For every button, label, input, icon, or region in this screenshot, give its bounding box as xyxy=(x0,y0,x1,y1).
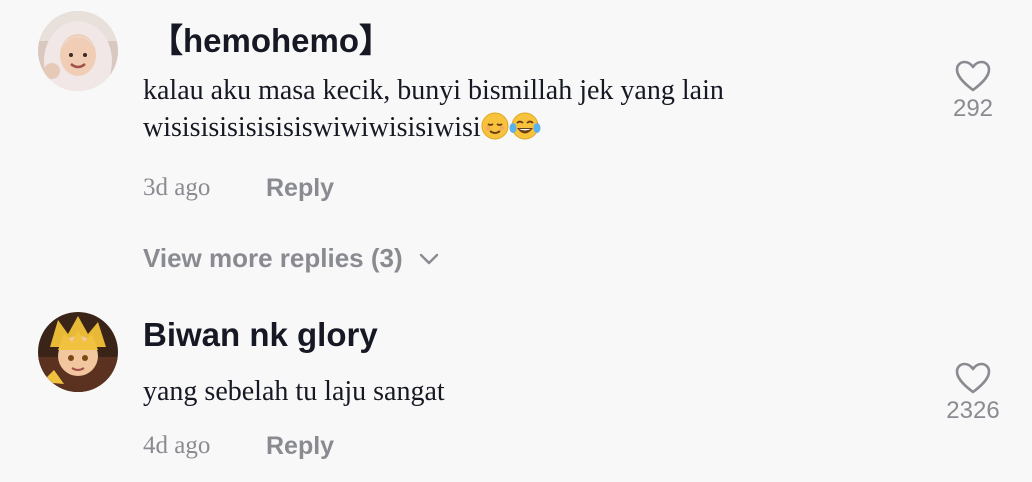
view-more-replies-button[interactable]: View more replies (3) xyxy=(143,243,439,274)
chevron-down-icon xyxy=(419,253,438,264)
avatar[interactable] xyxy=(38,312,118,392)
comment-item: 【hemohemo】 kalau aku masa kecik, bunyi b… xyxy=(0,0,1032,230)
comment-time: 3d ago xyxy=(143,174,211,201)
comment-text-content: yang sebelah tu laju sangat xyxy=(143,376,445,407)
comment-meta: 3d ago Reply xyxy=(143,171,334,205)
face-with-tears-of-joy-emoji-icon xyxy=(509,112,541,150)
like-button[interactable]: 2326 xyxy=(913,362,1032,425)
like-count: 292 xyxy=(952,95,994,122)
comment-item: Biwan nk glory yang sebelah tu laju sang… xyxy=(0,300,1032,482)
comment-time: 4d ago xyxy=(143,432,211,459)
reply-button[interactable]: Reply xyxy=(266,432,334,461)
view-more-replies-label: View more replies (3) xyxy=(143,243,403,273)
username[interactable]: Biwan nk glory xyxy=(143,316,378,354)
heart-outline-icon[interactable] xyxy=(955,362,991,395)
like-button[interactable]: 292 xyxy=(913,60,1032,123)
reply-button[interactable]: Reply xyxy=(266,174,334,203)
comment-meta: 4d ago Reply xyxy=(143,429,334,463)
username[interactable]: 【hemohemo】 xyxy=(150,14,392,62)
comment-text: yang sebelah tu laju sangat xyxy=(143,373,883,410)
comment-text-content: kalau aku masa kecik, bunyi bismillah je… xyxy=(143,75,724,143)
comment-text: kalau aku masa kecik, bunyi bismillah je… xyxy=(143,72,883,150)
relieved-face-emoji-icon xyxy=(481,112,509,150)
like-count: 2326 xyxy=(946,397,1000,424)
avatar[interactable] xyxy=(38,11,118,91)
heart-outline-icon[interactable] xyxy=(955,60,991,93)
